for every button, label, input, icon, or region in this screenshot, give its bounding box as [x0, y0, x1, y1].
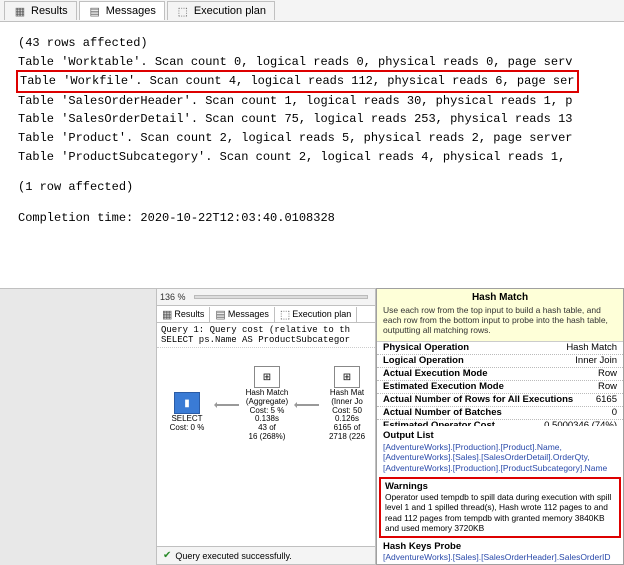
prop-value: 0 — [612, 407, 617, 418]
warnings-label: Warnings — [385, 481, 615, 492]
stats-line: Table 'Worktable'. Scan count 0, logical… — [18, 53, 616, 72]
lower-region: 136 % Results Messages Execution plan Qu… — [0, 288, 624, 565]
prop-key: Estimated Execution Mode — [383, 381, 504, 392]
output-list-label: Output List — [377, 426, 623, 442]
status-bar: Query executed successfully. — [157, 546, 375, 564]
prop-value: Row — [598, 368, 617, 379]
stats-line: Table 'ProductSubcategory'. Scan count 2… — [18, 148, 616, 167]
output-list-text: [AdventureWorks].[Production].[Product].… — [377, 442, 623, 476]
hash-keys-block: Hash Keys Probe [AdventureWorks].[Sales]… — [377, 539, 623, 564]
hash-icon: ⊞ — [334, 366, 360, 388]
messages-icon — [88, 4, 102, 18]
tab-execution-plan[interactable]: Execution plan — [167, 1, 275, 20]
tab-results[interactable]: Results — [4, 1, 77, 20]
tooltip-prop-row: Actual Number of Batches 0 — [377, 407, 623, 420]
status-text: Query executed successfully. — [175, 551, 291, 561]
stats-line: Table 'SalesOrderDetail'. Scan count 75,… — [18, 110, 616, 129]
mini-tab-messages[interactable]: Messages — [210, 307, 274, 322]
tooltip-prop-row: Actual Number of Rows for All Executions… — [377, 394, 623, 407]
rows-affected: (43 rows affected) — [18, 34, 616, 53]
plan-query-header: Query 1: Query cost (relative to th SELE… — [157, 323, 375, 348]
op-select[interactable]: ▮ SELECT Cost: 0 % — [159, 392, 215, 433]
warnings-text: Operator used tempdb to spill data durin… — [385, 492, 615, 534]
hash-icon: ⊞ — [254, 366, 280, 388]
tab-messages[interactable]: Messages — [79, 1, 165, 20]
status-ok-icon — [163, 550, 171, 561]
mini-tab-plan[interactable]: Execution plan — [275, 307, 357, 322]
op-hash-join[interactable]: ⊞ Hash Mat (Inner Jo Cost: 50 0.126s 616… — [319, 366, 375, 442]
tab-plan-label: Execution plan — [194, 5, 266, 17]
output-tabs: Results Messages Execution plan — [0, 0, 624, 22]
tooltip-prop-row: Actual Execution Mode Row — [377, 368, 623, 381]
messages-pane: (43 rows affected) Table 'Worktable'. Sc… — [0, 22, 624, 235]
plan-arrow — [215, 404, 239, 406]
tooltip-prop-row: Physical Operation Hash Match — [377, 342, 623, 355]
prop-value: Inner Join — [575, 355, 617, 366]
prop-key: Physical Operation — [383, 342, 469, 353]
grid-icon — [162, 308, 172, 321]
plan-icon — [176, 4, 190, 18]
mini-toolbar: 136 % — [157, 289, 375, 306]
messages-icon — [215, 308, 225, 321]
zoom-slider[interactable] — [194, 295, 368, 299]
tab-results-label: Results — [31, 5, 68, 17]
tooltip-title: Hash Match — [383, 292, 617, 303]
tooltip-prop-row: Estimated Execution Mode Row — [377, 381, 623, 394]
mini-tab-results[interactable]: Results — [157, 307, 210, 322]
gap — [0, 288, 156, 565]
prop-value: 6165 — [596, 394, 617, 405]
plan-arrow — [295, 404, 319, 406]
prop-key: Actual Number of Batches — [383, 407, 502, 418]
tooltip-prop-row: Estimated Operator Cost0.5000346 (74%) — [377, 420, 623, 427]
completion-time: Completion time: 2020-10-22T12:03:40.010… — [18, 209, 616, 228]
rows-affected: (1 row affected) — [18, 178, 616, 197]
warnings-block: Warnings Operator used tempdb to spill d… — [379, 477, 621, 538]
prop-key: Actual Execution Mode — [383, 368, 488, 379]
execution-plan-panel: 136 % Results Messages Execution plan Qu… — [156, 288, 376, 565]
plan-canvas[interactable]: ▮ SELECT Cost: 0 % ⊞ Hash Match (Aggrega… — [157, 348, 375, 546]
tooltip-desc: Use each row from the top input to build… — [383, 305, 617, 336]
stats-line: Table 'Product'. Scan count 2, logical r… — [18, 129, 616, 148]
hashkeys-label: Hash Keys Probe — [383, 541, 617, 552]
mini-tabs: Results Messages Execution plan — [157, 306, 375, 323]
stats-line: Table 'SalesOrderHeader'. Scan count 1, … — [18, 92, 616, 111]
prop-value: Hash Match — [566, 342, 617, 353]
zoom-level[interactable]: 136 % — [160, 292, 186, 302]
tab-messages-label: Messages — [106, 5, 156, 17]
plan-icon — [280, 308, 290, 321]
highlighted-workfile-line: Table 'Workfile'. Scan count 4, logical … — [16, 70, 579, 93]
tooltip-header: Hash Match Use each row from the top inp… — [377, 289, 623, 342]
prop-key: Logical Operation — [383, 355, 464, 366]
prop-key: Actual Number of Rows for All Executions — [383, 394, 573, 405]
hashkeys-text: [AdventureWorks].[Sales].[SalesOrderHead… — [383, 552, 617, 562]
operator-tooltip: Hash Match Use each row from the top inp… — [376, 288, 624, 565]
tooltip-prop-row: Logical Operation Inner Join — [377, 355, 623, 368]
select-icon: ▮ — [174, 392, 200, 414]
prop-value: Row — [598, 381, 617, 392]
op-hash-aggregate[interactable]: ⊞ Hash Match (Aggregate) Cost: 5 % 0.138… — [239, 366, 295, 442]
tooltip-props: Physical Operation Hash Match Logical Oper… — [377, 342, 623, 427]
grid-icon — [13, 4, 27, 18]
